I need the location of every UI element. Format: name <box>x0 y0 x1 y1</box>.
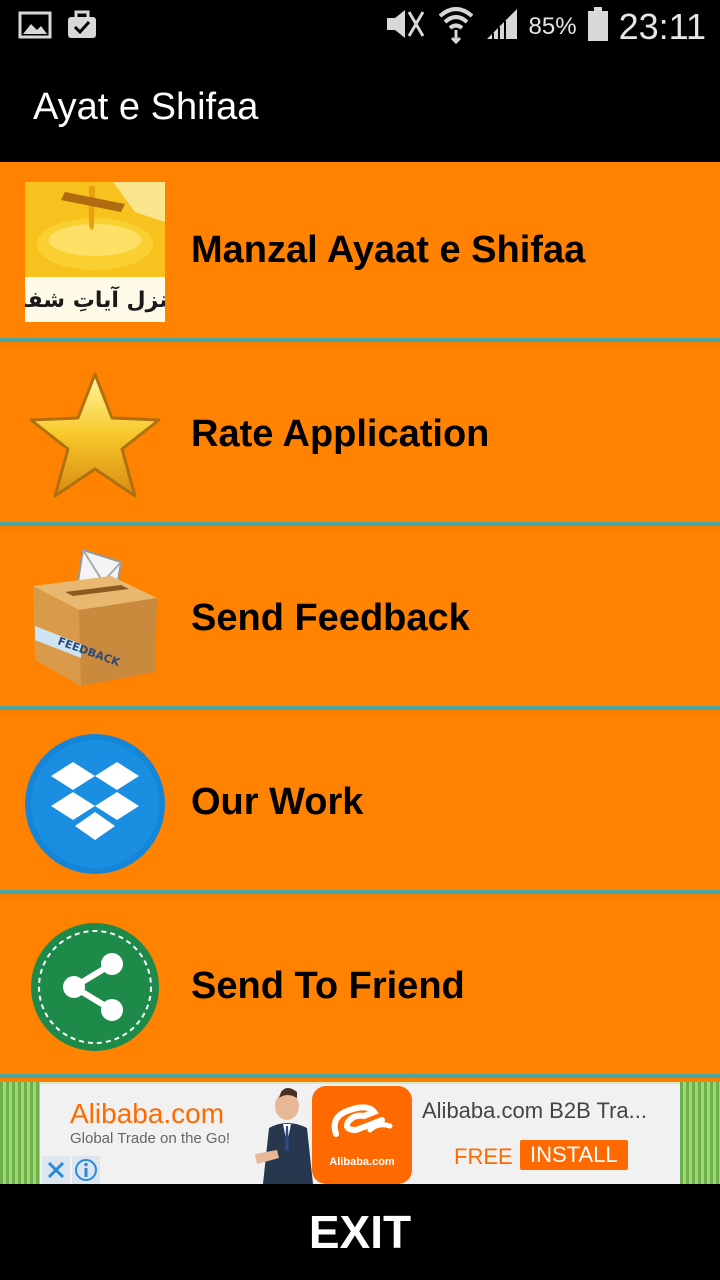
alibaba-logo-text: Alibaba.com <box>329 1156 395 1168</box>
ad-install-button[interactable]: INSTALL <box>520 1140 628 1170</box>
exit-bar[interactable]: EXIT <box>0 1184 720 1280</box>
star-icon <box>25 368 165 508</box>
ad-banner[interactable]: Alibaba.com Global Trade on the Go! Alib… <box>0 1082 720 1184</box>
ad-person-image <box>255 1084 313 1184</box>
menu-item-label: Send To Friend <box>191 965 465 1007</box>
menu-list: منزل آیاتِ شفاء Manzal Ayaat e Shifaa Ra… <box>0 162 720 1082</box>
ad-info-icon[interactable] <box>72 1156 100 1184</box>
app-bar: Ayat e Shifaa <box>0 52 720 162</box>
menu-item-send-to-friend[interactable]: Send To Friend <box>0 898 720 1078</box>
ad-brand: Alibaba.com <box>70 1098 225 1129</box>
menu-item-feedback[interactable]: FEEDBACK Send Feedback <box>0 530 720 710</box>
feedback-box-icon: FEEDBACK <box>25 548 165 688</box>
wifi-icon <box>437 4 475 49</box>
thumb-caption: منزل آیاتِ شفاء <box>25 285 165 313</box>
page-title: Ayat e Shifaa <box>33 86 259 128</box>
share-icon <box>30 922 170 1062</box>
ad-headline: Alibaba.com B2B Tra... <box>422 1098 647 1123</box>
image-icon <box>18 10 52 45</box>
mute-icon <box>383 6 427 47</box>
menu-item-label: Manzal Ayaat e Shifaa <box>191 229 586 271</box>
honey-thumbnail-icon: منزل آیاتِ شفاء <box>8 182 182 322</box>
signal-icon <box>485 7 519 46</box>
ad-tagline: Global Trade on the Go! <box>70 1130 231 1147</box>
ad-grass-right <box>680 1082 720 1184</box>
ad-close-icon[interactable] <box>42 1156 70 1184</box>
ad-grass-left <box>0 1082 40 1184</box>
briefcase-check-icon <box>66 10 98 45</box>
menu-item-manzal[interactable]: منزل آیاتِ شفاء Manzal Ayaat e Shifaa <box>0 162 720 342</box>
battery-icon <box>587 6 609 47</box>
status-bar: 85% 23:11 <box>0 0 720 52</box>
menu-item-label: Send Feedback <box>191 597 470 639</box>
battery-percent: 85% <box>528 12 577 40</box>
ad-free-label: FREE <box>454 1144 513 1169</box>
clock: 23:11 <box>618 5 706 47</box>
alibaba-logo-icon: Alibaba.com <box>312 1086 412 1184</box>
ad-panel[interactable]: Alibaba.com Global Trade on the Go! Alib… <box>40 1084 680 1184</box>
menu-item-rate[interactable]: Rate Application <box>0 346 720 526</box>
exit-button[interactable]: EXIT <box>0 1184 720 1280</box>
menu-item-our-work[interactable]: Our Work <box>0 714 720 894</box>
menu-item-label: Our Work <box>191 781 364 823</box>
menu-item-label: Rate Application <box>191 413 490 455</box>
dropbox-icon <box>25 734 165 874</box>
